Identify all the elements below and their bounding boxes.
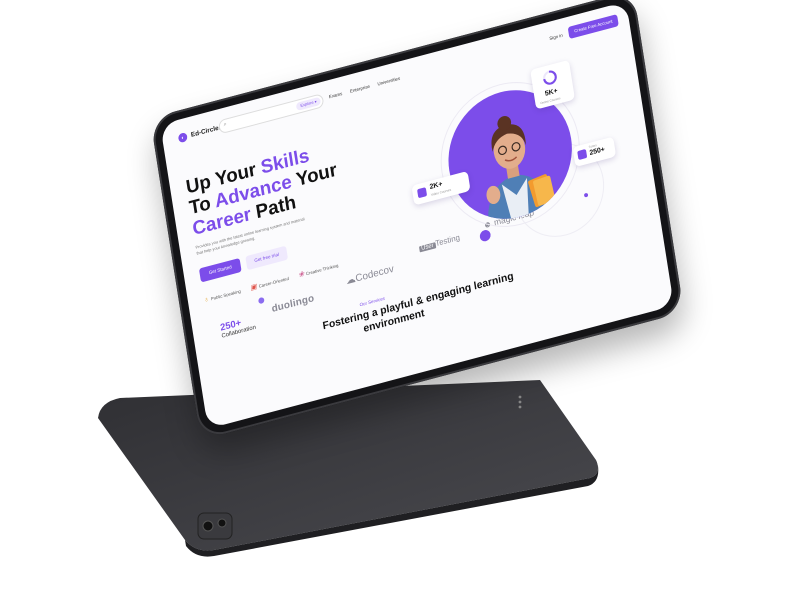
category-label: Creative Thinking xyxy=(305,262,339,276)
category-label: Public Speaking xyxy=(210,288,242,301)
sign-in-link[interactable]: Sign in xyxy=(549,33,563,41)
category-public-speaking[interactable]: ♁ Public Speaking xyxy=(203,287,241,305)
brain-icon: ❀ xyxy=(297,270,305,280)
decor-dot xyxy=(479,228,492,243)
nav-link-exams[interactable]: Exams xyxy=(329,91,343,99)
explore-label: Explore xyxy=(300,99,314,108)
camera-module xyxy=(197,512,233,540)
site-logo[interactable]: ◐ Ed-Circle. xyxy=(177,123,221,144)
decor-dot xyxy=(257,296,265,305)
briefcase-icon: ▣ xyxy=(249,283,258,292)
codecov-label: Codecov xyxy=(354,263,395,285)
category-creative[interactable]: ❀ Creative Thinking xyxy=(298,261,339,279)
nav-link-universities[interactable]: Universities xyxy=(377,76,400,87)
progress-ring-icon xyxy=(543,70,557,85)
nav-links: Exams Enterprise Universities xyxy=(329,76,401,100)
search-icon: ⌕ xyxy=(223,121,228,129)
partner-codecov: ☁Codecov xyxy=(345,264,395,288)
create-account-button[interactable]: Create Free Account xyxy=(567,14,620,40)
partner-usertesting: UserTesting xyxy=(418,232,461,253)
free-trial-button[interactable]: Get free trial xyxy=(245,245,289,271)
card-label: Online Courses xyxy=(540,96,561,106)
collaboration-stat: 250+ Collaboration xyxy=(220,314,257,339)
hero-title: Up Your Skills To Advance Your Career Pa… xyxy=(185,139,342,240)
partner-duolingo: duolingo xyxy=(270,292,316,316)
usertesting-box: User xyxy=(418,242,437,253)
logo-text: Ed-Circle. xyxy=(190,124,221,139)
category-label: Career-Oriented xyxy=(258,275,290,289)
nav-link-enterprise[interactable]: Enterprise xyxy=(350,84,371,94)
logo-mark-icon: ◐ xyxy=(177,132,188,144)
connector-dots xyxy=(518,395,522,409)
tutor-icon xyxy=(577,148,588,161)
explore-dropdown[interactable]: Explore ▾ xyxy=(295,96,322,111)
lightbulb-icon: ♁ xyxy=(203,295,210,304)
usertesting-label: Testing xyxy=(434,232,461,249)
online-courses-card: 5K+ Online Courses xyxy=(530,59,576,110)
category-career[interactable]: ▣ Career-Oriented xyxy=(250,274,290,292)
get-started-button[interactable]: Get Started xyxy=(198,257,242,283)
video-icon xyxy=(417,187,428,199)
